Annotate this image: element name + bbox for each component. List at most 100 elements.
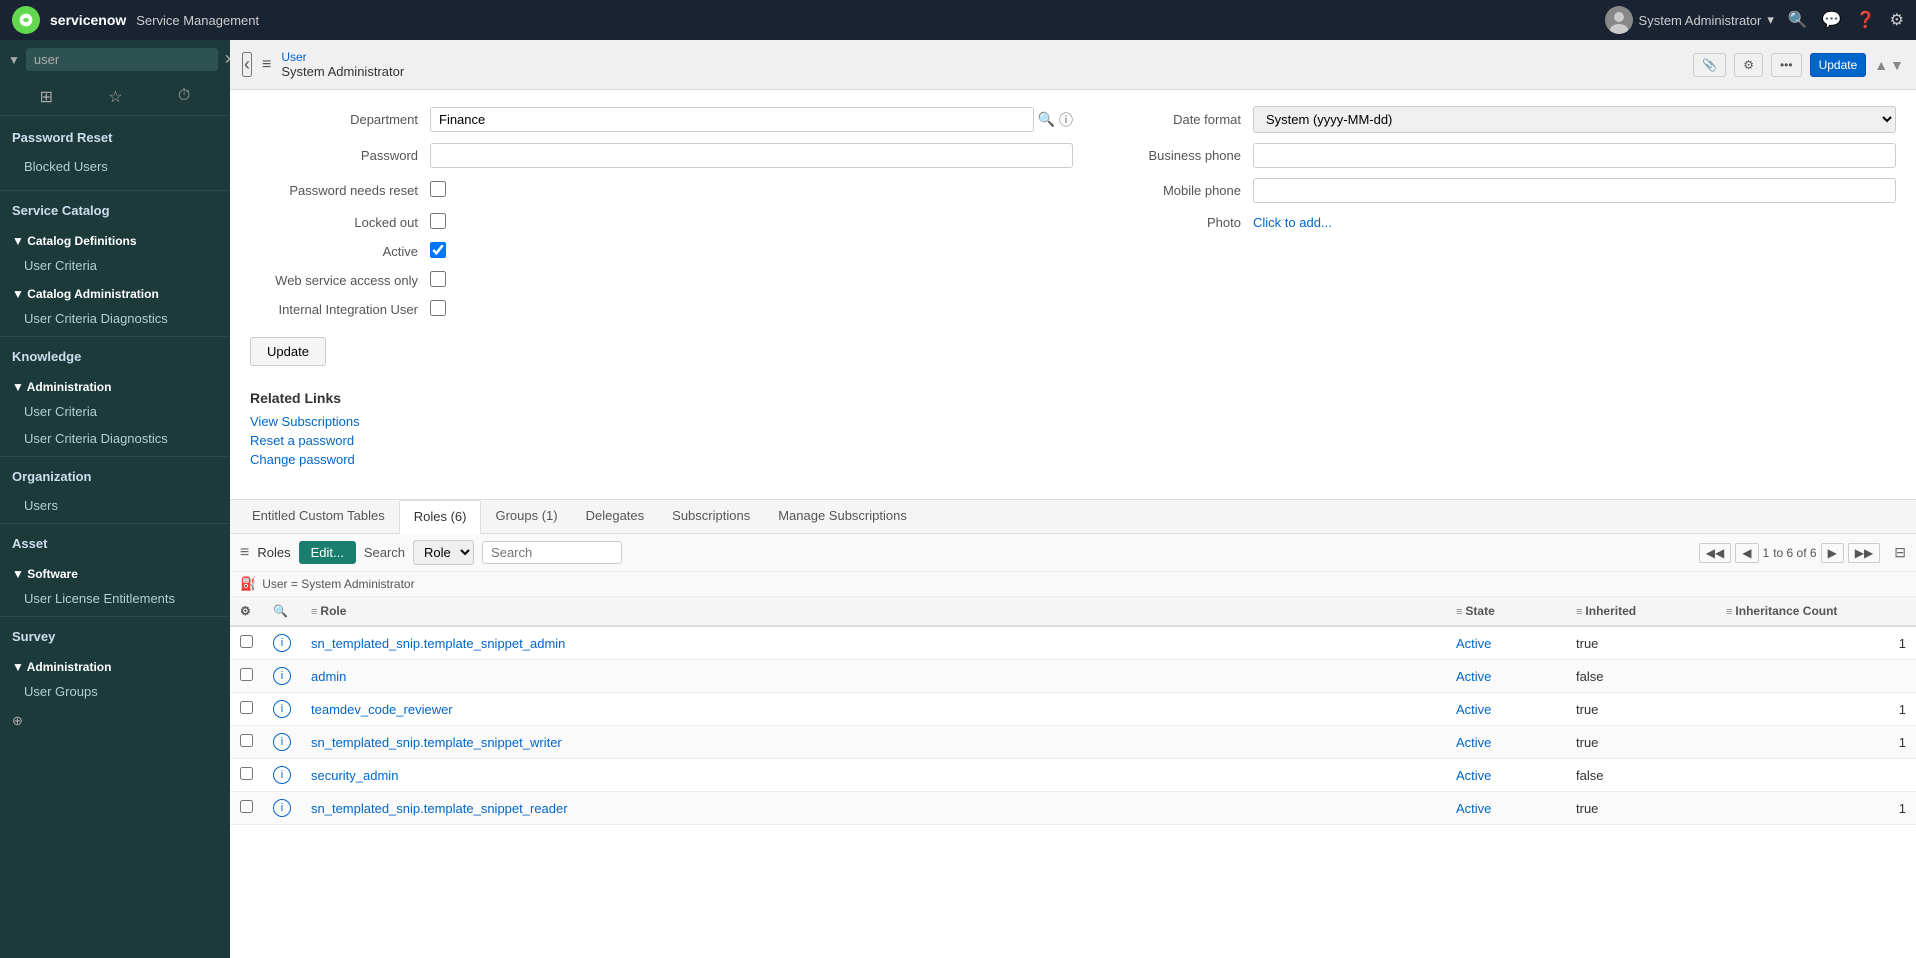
password-needs-reset-checkbox[interactable]	[430, 181, 446, 197]
tab-delegates[interactable]: Delegates	[572, 500, 659, 533]
row-checkbox[interactable]	[240, 701, 253, 714]
sidebar-header-knowledge[interactable]: Knowledge	[0, 341, 230, 372]
mobile-phone-input[interactable]	[1253, 178, 1896, 203]
state-link[interactable]: Active	[1456, 636, 1491, 651]
password-input[interactable]	[430, 143, 1073, 168]
sidebar-search-input[interactable]	[26, 48, 218, 71]
row-info-icon[interactable]: i	[273, 733, 291, 751]
star-icon[interactable]: ☆	[108, 87, 122, 107]
page-first-button[interactable]: ◀◀	[1699, 543, 1731, 563]
grid-icon[interactable]: ⊞	[40, 87, 53, 107]
gear-icon[interactable]: ⚙	[240, 604, 251, 618]
role-link[interactable]: teamdev_code_reviewer	[311, 702, 453, 717]
sidebar-item-blocked-users[interactable]: Blocked Users	[0, 153, 230, 180]
role-link[interactable]: admin	[311, 669, 346, 684]
servicenow-logo[interactable]	[12, 6, 40, 34]
role-link[interactable]: security_admin	[311, 768, 398, 783]
internal-integration-checkbox[interactable]	[430, 300, 446, 316]
sidebar-item-users[interactable]: Users	[0, 492, 230, 519]
sidebar-item-user-criteria-2[interactable]: User Criteria	[0, 398, 230, 425]
table-menu-icon[interactable]: ≡	[240, 544, 249, 562]
state-link[interactable]: Active	[1456, 801, 1491, 816]
search-icon[interactable]: 🔍	[1788, 10, 1808, 30]
sidebar-header-organization[interactable]: Organization	[0, 461, 230, 492]
department-search-icon[interactable]: 🔍	[1038, 111, 1055, 128]
sidebar-item-user-license[interactable]: User License Entitlements	[0, 585, 230, 612]
attach-button[interactable]: 📎	[1693, 53, 1726, 77]
row-info-icon[interactable]: i	[273, 667, 291, 685]
page-last-button[interactable]: ▶▶	[1848, 543, 1880, 563]
toolbar-search-select[interactable]: Role	[413, 540, 474, 565]
sidebar-group-software[interactable]: ▼ Software	[0, 559, 230, 585]
state-link[interactable]: Active	[1456, 768, 1491, 783]
menu-icon[interactable]: ≡	[262, 56, 271, 74]
tab-groups[interactable]: Groups (1)	[481, 500, 571, 533]
web-service-checkbox[interactable]	[430, 271, 446, 287]
active-checkbox[interactable]	[430, 242, 446, 258]
form-update-button[interactable]: Update	[250, 337, 326, 366]
related-link-change-password[interactable]: Change password	[250, 452, 1896, 467]
table-collapse-icon[interactable]: ⊟	[1894, 544, 1906, 561]
sidebar-header-asset[interactable]: Asset	[0, 528, 230, 559]
page-prev-button[interactable]: ◀	[1735, 543, 1758, 563]
search-table-icon[interactable]: 🔍	[273, 604, 288, 618]
row-checkbox[interactable]	[240, 800, 253, 813]
col-header-inherited[interactable]: ≡Inherited	[1566, 597, 1716, 626]
sidebar-group-password-reset[interactable]: Password Reset	[0, 122, 230, 153]
sidebar-header-survey[interactable]: Survey	[0, 621, 230, 652]
sidebar-item-user-criteria-diagnostics-1[interactable]: User Criteria Diagnostics	[0, 305, 230, 332]
row-checkbox[interactable]	[240, 767, 253, 780]
page-next-button[interactable]: ▶	[1821, 543, 1844, 563]
department-info-icon[interactable]: ⓘ	[1059, 110, 1073, 130]
tab-subscriptions[interactable]: Subscriptions	[658, 500, 764, 533]
settings-icon[interactable]: ⚙	[1890, 10, 1904, 30]
date-format-select[interactable]: System (yyyy-MM-dd)	[1253, 106, 1896, 133]
department-input[interactable]	[430, 107, 1034, 132]
sidebar-group-catalog-admin[interactable]: ▼ Catalog Administration	[0, 279, 230, 305]
tab-entitled-custom-tables[interactable]: Entitled Custom Tables	[238, 500, 399, 533]
sidebar-group-knowledge-admin[interactable]: ▼ Administration	[0, 372, 230, 398]
state-link[interactable]: Active	[1456, 735, 1491, 750]
tab-manage-subscriptions[interactable]: Manage Subscriptions	[764, 500, 921, 533]
row-checkbox[interactable]	[240, 734, 253, 747]
settings-button[interactable]: ⚙	[1734, 53, 1763, 77]
more-button[interactable]: •••	[1771, 53, 1802, 77]
toolbar-search-input[interactable]	[482, 541, 622, 564]
business-phone-input[interactable]	[1253, 143, 1896, 168]
chat-icon[interactable]: 💬	[1822, 10, 1842, 30]
user-menu[interactable]: System Administrator ▾	[1605, 6, 1774, 34]
role-link[interactable]: sn_templated_snip.template_snippet_reade…	[311, 801, 568, 816]
state-link[interactable]: Active	[1456, 702, 1491, 717]
nav-down-button[interactable]: ▼	[1890, 57, 1904, 73]
sidebar-item-user-groups[interactable]: User Groups	[0, 678, 230, 705]
sidebar-group-survey-admin[interactable]: ▼ Administration	[0, 652, 230, 678]
help-icon[interactable]: ❓	[1856, 10, 1876, 30]
col-header-role[interactable]: ≡Role	[301, 597, 1446, 626]
row-info-icon[interactable]: i	[273, 766, 291, 784]
sidebar-item-user-criteria-1[interactable]: User Criteria	[0, 252, 230, 279]
sidebar-bottom-add-icon[interactable]: ⊕	[0, 705, 230, 737]
row-info-icon[interactable]: i	[273, 799, 291, 817]
history-icon[interactable]: ⏱	[178, 87, 190, 107]
row-info-icon[interactable]: i	[273, 634, 291, 652]
sidebar-item-user-criteria-diagnostics-2[interactable]: User Criteria Diagnostics	[0, 425, 230, 452]
tab-roles[interactable]: Roles (6)	[399, 500, 482, 534]
col-header-state[interactable]: ≡State	[1446, 597, 1566, 626]
col-header-inheritance-count[interactable]: ≡Inheritance Count	[1716, 597, 1916, 626]
row-checkbox[interactable]	[240, 668, 253, 681]
row-info-icon[interactable]: i	[273, 700, 291, 718]
locked-out-checkbox[interactable]	[430, 213, 446, 229]
photo-link[interactable]: Click to add...	[1253, 215, 1332, 230]
sidebar-group-catalog-definitions[interactable]: ▼ Catalog Definitions	[0, 226, 230, 252]
back-button[interactable]: ‹	[242, 52, 252, 77]
related-link-view-subscriptions[interactable]: View Subscriptions	[250, 414, 1896, 429]
state-link[interactable]: Active	[1456, 669, 1491, 684]
row-checkbox[interactable]	[240, 635, 253, 648]
update-button[interactable]: Update	[1810, 53, 1867, 77]
related-link-reset-password[interactable]: Reset a password	[250, 433, 1896, 448]
sidebar-header-service-catalog[interactable]: Service Catalog	[0, 195, 230, 226]
role-link[interactable]: sn_templated_snip.template_snippet_write…	[311, 735, 562, 750]
toolbar-edit-button[interactable]: Edit...	[299, 541, 356, 564]
nav-up-button[interactable]: ▲	[1874, 57, 1888, 73]
role-link[interactable]: sn_templated_snip.template_snippet_admin	[311, 636, 565, 651]
